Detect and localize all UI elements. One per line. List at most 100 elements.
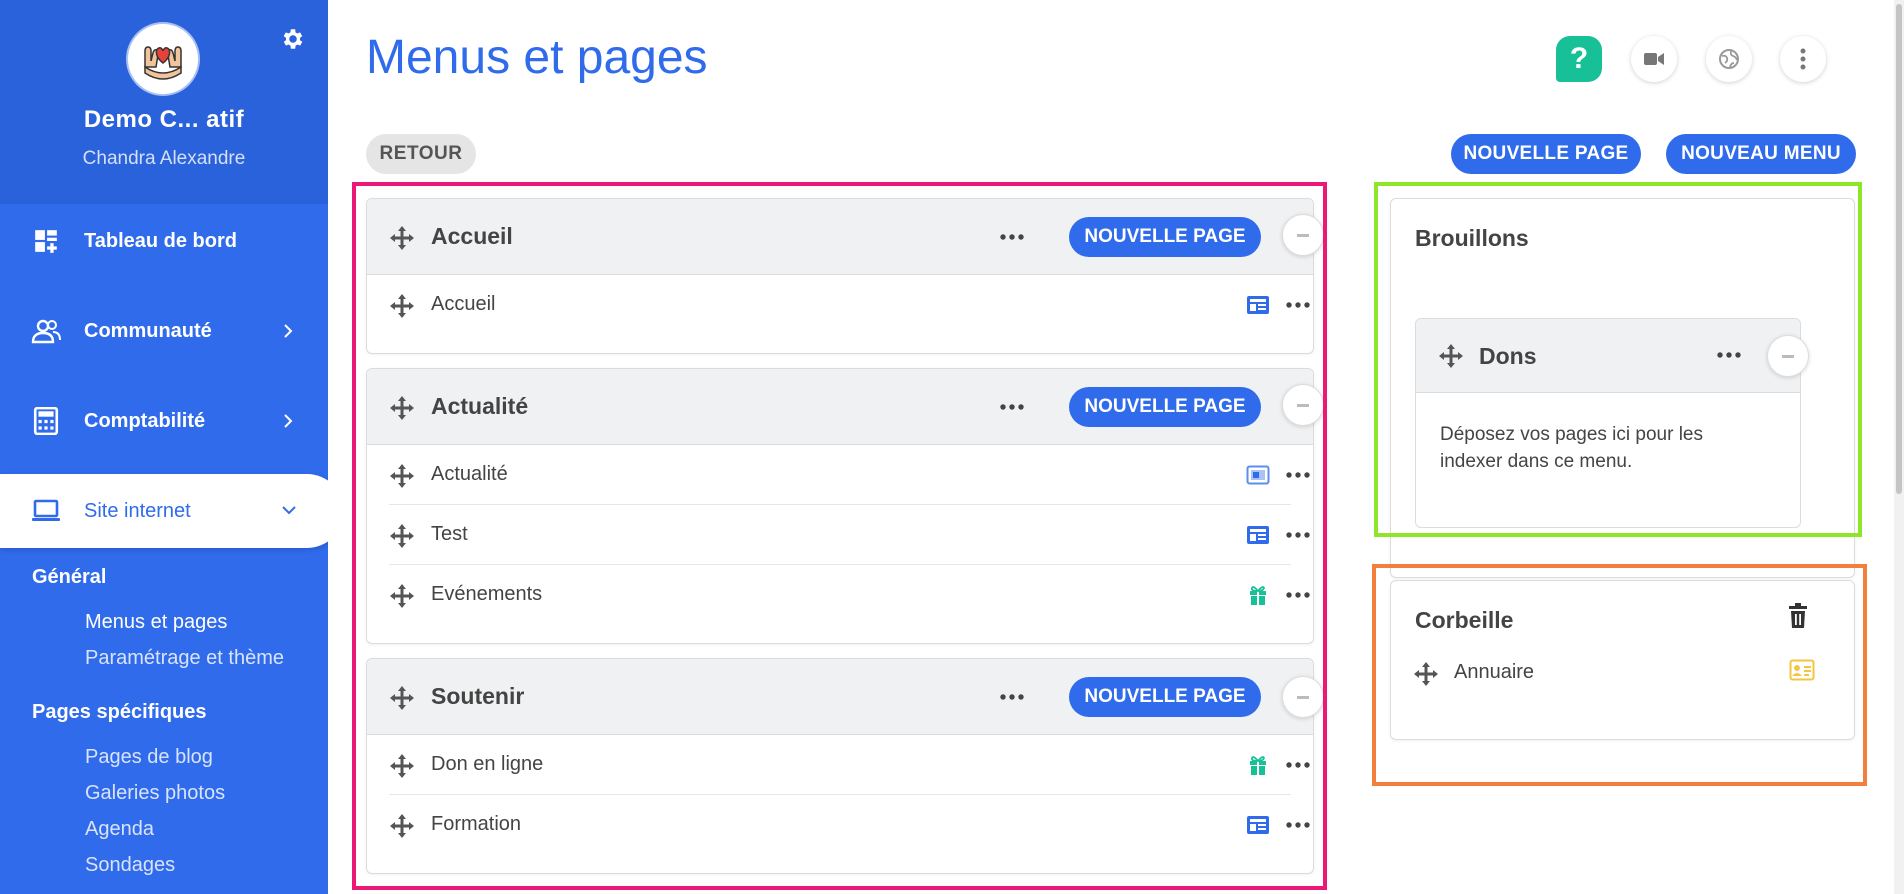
move-handle-icon[interactable] [1438, 343, 1464, 369]
sidebar-subitem-polls[interactable]: Sondages [85, 854, 175, 877]
page-row: Test [389, 505, 1310, 565]
news-page-icon [1245, 463, 1271, 487]
collapse-menu-button[interactable] [1282, 384, 1324, 426]
new-page-button[interactable]: NOUVELLE PAGE [1451, 134, 1641, 174]
move-handle-icon[interactable] [389, 813, 415, 839]
move-handle-icon[interactable] [389, 395, 415, 421]
help-button[interactable]: ? [1556, 36, 1602, 82]
more-horizontal-icon[interactable] [1283, 752, 1313, 778]
scrollbar-thumb[interactable] [1896, 4, 1902, 494]
page-row: Formation [389, 795, 1310, 855]
trash-icon[interactable] [1787, 603, 1809, 629]
page-scrollbar[interactable] [1894, 0, 1904, 894]
menu-card-accueil: Accueil NOUVELLE PAGE Accueil [366, 198, 1314, 354]
move-handle-icon[interactable] [389, 523, 415, 549]
sidebar-subitem-galleries[interactable]: Galeries photos [85, 782, 225, 805]
more-horizontal-icon[interactable] [997, 683, 1027, 711]
more-horizontal-icon[interactable] [1283, 292, 1313, 318]
sidebar-subitem-menus-pages[interactable]: Menus et pages [85, 611, 227, 634]
sidebar-subitem-settings-theme[interactable]: Paramétrage et thème [85, 647, 284, 670]
drafts-title: Brouillons [1415, 225, 1529, 251]
sidebar-subitem-agenda[interactable]: Agenda [85, 818, 154, 841]
drop-zone-text: Déposez vos pages ici pour les indexer d… [1440, 424, 1703, 472]
globe-icon [1719, 49, 1739, 69]
minus-icon [1297, 403, 1309, 407]
collapse-menu-button[interactable] [1767, 335, 1809, 377]
chevron-right-icon [284, 324, 293, 338]
menu-new-page-button[interactable]: NOUVELLE PAGE [1069, 217, 1261, 257]
more-horizontal-icon[interactable] [1283, 522, 1313, 548]
move-handle-icon[interactable] [389, 225, 415, 251]
sidebar-group-specific-pages: Pages spécifiques [32, 701, 207, 723]
publish-site-button[interactable] [1706, 36, 1752, 82]
avatar[interactable] [128, 24, 198, 94]
more-horizontal-icon[interactable] [1283, 812, 1313, 838]
trash-title: Corbeille [1415, 607, 1514, 633]
trash-page-label[interactable]: Annuaire [1454, 661, 1534, 684]
more-horizontal-icon[interactable] [997, 393, 1027, 421]
menu-new-page-button[interactable]: NOUVELLE PAGE [1069, 677, 1261, 717]
trash-panel: Corbeille Annuaire [1390, 580, 1855, 740]
chevron-down-icon [282, 506, 296, 515]
gift-page-icon [1245, 583, 1271, 607]
menu-title: Dons [1479, 343, 1537, 369]
page-title: Menus et pages [366, 31, 708, 84]
move-handle-icon[interactable] [389, 685, 415, 711]
dashboard-icon [30, 225, 62, 257]
move-handle-icon[interactable] [1413, 661, 1439, 687]
collapse-menu-button[interactable] [1282, 214, 1324, 256]
page-row: Evénements [389, 565, 1310, 625]
sidebar-subitem-blog[interactable]: Pages de blog [85, 746, 213, 769]
more-horizontal-icon[interactable] [1283, 582, 1313, 608]
menu-card-actualite: Actualité NOUVELLE PAGE Actualité Test E… [366, 368, 1314, 644]
page-row: Actualité [389, 445, 1310, 505]
nav-item-accounting[interactable]: Comptabilité [0, 384, 328, 458]
layout-page-icon [1245, 293, 1271, 317]
minus-icon [1297, 695, 1309, 699]
community-icon [30, 315, 62, 347]
nav-label-dashboard: Tableau de bord [84, 229, 237, 252]
gift-page-icon [1245, 753, 1271, 777]
more-horizontal-icon[interactable] [997, 223, 1027, 251]
nav-item-community[interactable]: Communauté [0, 294, 328, 368]
menu-new-page-button[interactable]: NOUVELLE PAGE [1069, 387, 1261, 427]
menu-header: Dons [1416, 319, 1800, 393]
nav-item-website[interactable]: Site internet [0, 474, 328, 548]
new-menu-button[interactable]: NOUVEAU MENU [1666, 134, 1856, 174]
sidebar: Demo C... atif Chandra Alexandre Tableau… [0, 0, 328, 894]
page-label[interactable]: Don en ligne [431, 753, 543, 776]
nav-label-community: Communauté [84, 319, 212, 342]
drafts-panel: Brouillons Dons Déposez vos pages ici po… [1390, 198, 1855, 578]
page-label[interactable]: Formation [431, 813, 521, 836]
video-camera-icon [1644, 53, 1664, 65]
page-label[interactable]: Evénements [431, 583, 542, 606]
more-horizontal-icon[interactable] [1283, 462, 1313, 488]
gear-icon[interactable] [280, 26, 306, 52]
back-button[interactable]: RETOUR [366, 134, 476, 174]
menu-title: Actualité [431, 393, 529, 419]
menu-title: Accueil [431, 223, 513, 249]
laptop-icon [30, 495, 62, 527]
move-handle-icon[interactable] [389, 293, 415, 319]
video-button[interactable] [1631, 36, 1677, 82]
move-handle-icon[interactable] [389, 583, 415, 609]
more-options-button[interactable] [1780, 36, 1826, 82]
calculator-icon [30, 405, 62, 437]
layout-page-icon [1245, 523, 1271, 547]
move-handle-icon[interactable] [389, 463, 415, 489]
menu-card-soutenir: Soutenir NOUVELLE PAGE Don en ligne Form… [366, 658, 1314, 874]
more-horizontal-icon[interactable] [1714, 341, 1744, 369]
page-row: Accueil [389, 275, 1310, 335]
page-label[interactable]: Accueil [431, 293, 495, 316]
nav-item-dashboard[interactable]: Tableau de bord [0, 204, 328, 278]
chevron-right-icon [284, 414, 293, 428]
draft-menu-card: Dons Déposez vos pages ici pour les inde… [1415, 318, 1801, 528]
page-label[interactable]: Test [431, 523, 468, 546]
nav-label-accounting: Comptabilité [84, 409, 206, 432]
collapse-menu-button[interactable] [1282, 676, 1324, 718]
contact-card-icon [1789, 659, 1815, 681]
page-row: Don en ligne [389, 735, 1310, 795]
move-handle-icon[interactable] [389, 753, 415, 779]
page-label[interactable]: Actualité [431, 463, 508, 486]
minus-icon [1297, 233, 1309, 237]
